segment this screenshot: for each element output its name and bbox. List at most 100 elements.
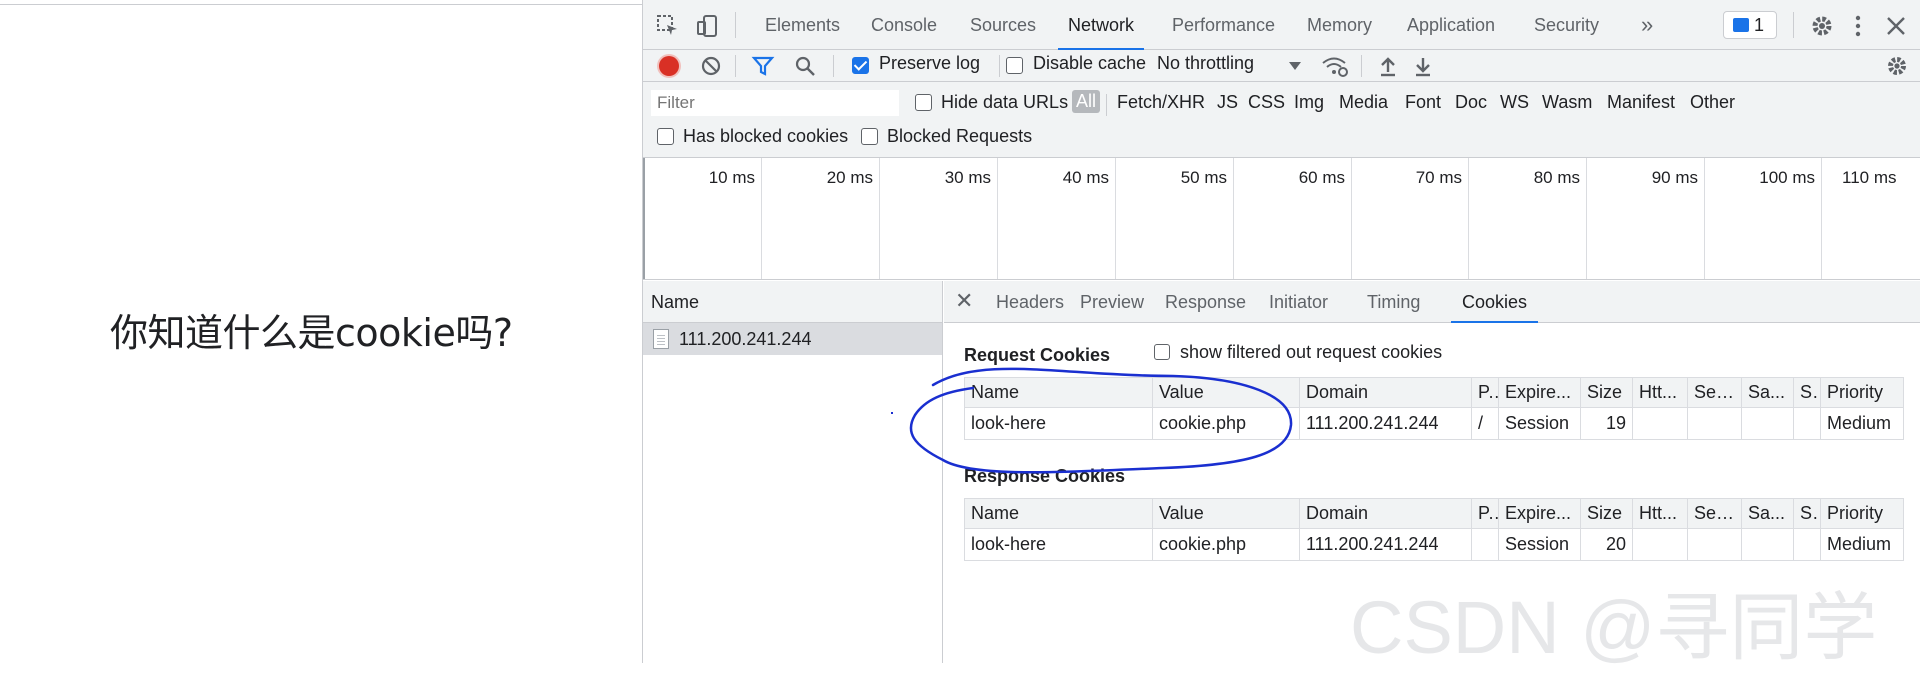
kebab-menu-icon[interactable] (1845, 13, 1871, 39)
table-header-row: Name Value Domain P. Expire... Size Htt.… (964, 377, 1904, 408)
timeline-tick-label: 40 ms (1062, 168, 1109, 187)
table-row[interactable]: look-here cookie.php 111.200.241.244 Ses… (964, 528, 1904, 561)
filter-type-ws[interactable]: WS (1500, 92, 1529, 113)
cookie-priority: Medium (1820, 407, 1904, 440)
filter-type-other[interactable]: Other (1690, 92, 1735, 113)
cookie-size: 19 (1580, 407, 1633, 440)
network-conditions-icon[interactable] (1321, 54, 1349, 78)
cookie-size: 20 (1580, 528, 1633, 561)
filter-type-js[interactable]: JS (1217, 92, 1238, 113)
close-devtools-icon[interactable] (1883, 13, 1909, 39)
column-header[interactable]: Sec... (1687, 377, 1742, 408)
column-header[interactable]: Expire... (1498, 498, 1581, 529)
column-header[interactable]: Domain (1299, 377, 1472, 408)
column-header[interactable]: Size (1580, 498, 1633, 529)
column-header[interactable]: P. (1471, 377, 1499, 408)
cookie-secure (1687, 407, 1742, 440)
column-header[interactable]: Expire... (1498, 377, 1581, 408)
column-header[interactable]: Htt... (1632, 377, 1688, 408)
column-header[interactable]: Priority (1820, 377, 1904, 408)
filter-type-wasm[interactable]: Wasm (1542, 92, 1592, 113)
column-header[interactable]: Name (964, 377, 1153, 408)
column-header[interactable]: Name (964, 498, 1153, 529)
timeline-gridline: 90 ms (1587, 158, 1705, 279)
page-top-border (0, 0, 642, 5)
request-row[interactable]: 111.200.241.244 (643, 323, 942, 355)
timeline-gridline: 110 ms (1822, 158, 1920, 279)
filter-type-img[interactable]: Img (1294, 92, 1324, 113)
detail-tab-preview[interactable]: Preview (1080, 281, 1144, 323)
web-page: 你知道什么是cookie吗? (0, 6, 642, 663)
column-header[interactable]: Sa... (1741, 377, 1794, 408)
throttling-select[interactable]: No throttling (1157, 53, 1254, 74)
filter-type-fetch-xhr[interactable]: Fetch/XHR (1117, 92, 1205, 113)
filter-type-media[interactable]: Media (1339, 92, 1388, 113)
tab-performance[interactable]: Performance (1172, 0, 1275, 50)
search-icon[interactable] (793, 54, 817, 78)
detail-tab-response[interactable]: Response (1165, 281, 1246, 323)
issues-badge[interactable]: 1 (1723, 11, 1777, 39)
column-header[interactable]: Domain (1299, 498, 1472, 529)
device-toolbar-icon[interactable] (695, 13, 721, 39)
tab-console[interactable]: Console (871, 0, 937, 50)
column-header[interactable]: S. (1793, 498, 1821, 529)
column-header[interactable]: Size (1580, 377, 1633, 408)
filter-input[interactable] (651, 90, 899, 116)
blocked-requests-checkbox[interactable] (861, 128, 878, 145)
network-settings-gear-icon[interactable] (1885, 54, 1909, 78)
timeline-gridline: 40 ms (998, 158, 1116, 279)
timeline-gridline: 20 ms (762, 158, 880, 279)
cookie-sameparty (1793, 528, 1821, 561)
export-har-icon[interactable] (1411, 54, 1435, 78)
column-header[interactable]: Htt... (1632, 498, 1688, 529)
request-list-header[interactable]: Name (643, 281, 942, 323)
column-header[interactable]: Sec... (1687, 498, 1742, 529)
tabbar-separator (1793, 12, 1794, 38)
detail-tab-timing[interactable]: Timing (1367, 281, 1420, 323)
detail-tab-headers[interactable]: Headers (996, 281, 1064, 323)
column-header[interactable]: Value (1152, 377, 1300, 408)
disable-cache-checkbox[interactable] (1006, 57, 1023, 74)
import-har-icon[interactable] (1376, 54, 1400, 78)
issues-count: 1 (1754, 15, 1765, 35)
timeline-overview[interactable]: 10 ms 20 ms 30 ms 40 ms 50 ms 60 ms 70 m… (643, 158, 1920, 280)
request-list: Name 111.200.241.244 (643, 281, 943, 663)
filter-type-css[interactable]: CSS (1248, 92, 1285, 113)
column-header[interactable]: Value (1152, 498, 1300, 529)
tab-sources[interactable]: Sources (970, 0, 1036, 50)
table-row[interactable]: look-here cookie.php 111.200.241.244 / S… (964, 407, 1904, 440)
hide-data-urls-checkbox[interactable] (915, 94, 932, 111)
column-header[interactable]: P. (1471, 498, 1499, 529)
tab-elements[interactable]: Elements (765, 0, 840, 50)
message-icon (1733, 18, 1749, 32)
column-header[interactable]: Priority (1820, 498, 1904, 529)
cookie-sameparty (1793, 407, 1821, 440)
inspect-element-icon[interactable] (655, 13, 681, 39)
filter-type-doc[interactable]: Doc (1455, 92, 1487, 113)
timeline-gridline: 80 ms (1469, 158, 1587, 279)
show-filtered-cookies-checkbox[interactable] (1154, 344, 1170, 360)
more-tabs-button[interactable]: » (1641, 0, 1653, 50)
tab-network[interactable]: Network (1057, 0, 1145, 50)
filter-funnel-icon[interactable] (751, 54, 775, 78)
filter-type-manifest[interactable]: Manifest (1607, 92, 1675, 113)
column-header[interactable]: Sa... (1741, 498, 1794, 529)
tab-security[interactable]: Security (1534, 0, 1599, 50)
tab-memory[interactable]: Memory (1307, 0, 1372, 50)
detail-tab-cookies[interactable]: Cookies (1450, 281, 1539, 323)
detail-tab-initiator[interactable]: Initiator (1269, 281, 1328, 323)
timeline-tick-label: 110 ms (1842, 168, 1897, 187)
timeline-tick-label: 80 ms (1533, 168, 1580, 187)
has-blocked-cookies-checkbox[interactable] (657, 128, 674, 145)
dropdown-arrow-icon[interactable] (1283, 54, 1307, 78)
filter-type-all[interactable]: All (1072, 90, 1101, 113)
record-button[interactable] (659, 56, 679, 76)
preserve-log-checkbox[interactable] (852, 57, 869, 74)
clear-icon[interactable] (699, 54, 723, 78)
close-details-icon[interactable]: ✕ (955, 288, 973, 314)
filter-type-font[interactable]: Font (1405, 92, 1441, 113)
column-header[interactable]: S. (1793, 377, 1821, 408)
filter-separator (1106, 94, 1107, 116)
settings-gear-icon[interactable] (1809, 13, 1835, 39)
tab-application[interactable]: Application (1407, 0, 1495, 50)
